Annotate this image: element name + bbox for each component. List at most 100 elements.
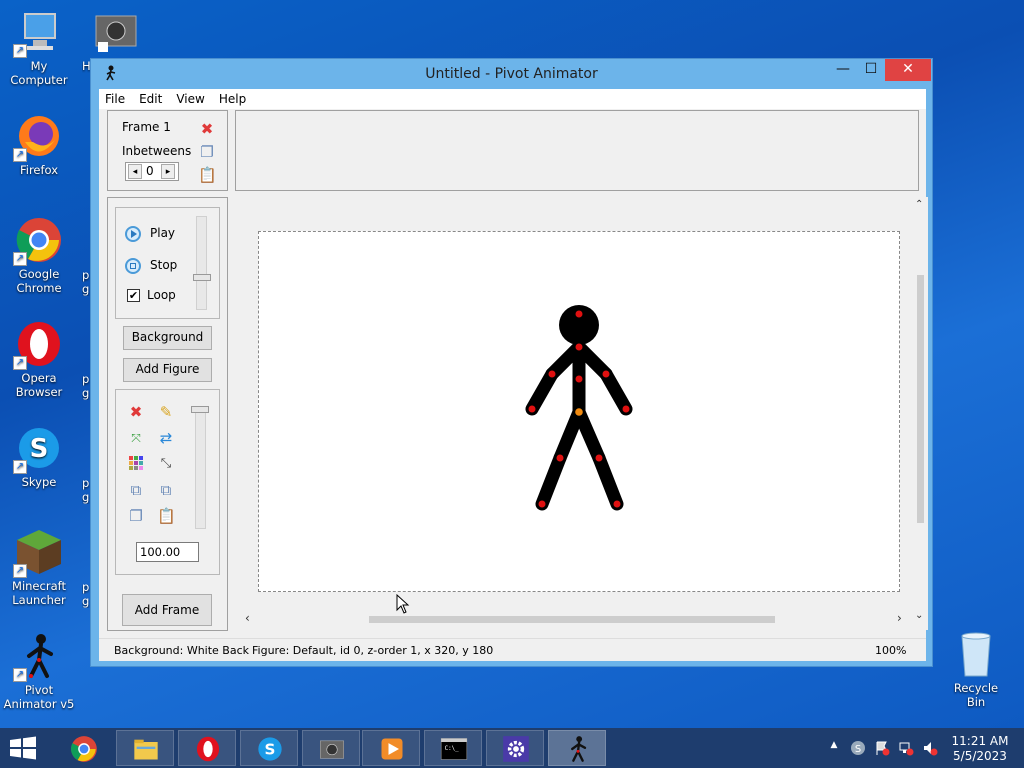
spinner-right-button[interactable]: ▸	[161, 164, 175, 179]
taskbar-camera-app[interactable]	[302, 730, 360, 766]
close-button[interactable]: ✕	[885, 59, 931, 81]
svg-text:S: S	[855, 744, 861, 755]
skype-icon: S ↗	[13, 424, 63, 474]
skype-icon: S	[258, 737, 282, 761]
menu-edit[interactable]: Edit	[139, 92, 162, 106]
desktop-icon-my-computer[interactable]: ↗ My Computer	[2, 8, 76, 87]
window-client: File Edit View Help Frame 1 ✖ Inbetweens…	[99, 89, 928, 661]
taskbar-chrome[interactable]	[54, 730, 112, 766]
move-front-icon[interactable]: ⧉	[157, 481, 175, 499]
desktop-icon-opera[interactable]: ↗ Opera Browser	[2, 320, 76, 399]
desktop-icon-firefox[interactable]: ↗ Firefox	[2, 112, 76, 177]
copy-frame-icon[interactable]: ❐	[198, 143, 216, 161]
spinner-left-button[interactable]: ◂	[128, 164, 142, 179]
taskbar-pivot-animator[interactable]	[548, 730, 606, 766]
play-icon[interactable]	[125, 226, 141, 242]
figure-origin-handle[interactable]	[575, 408, 583, 416]
clock-date: 5/5/2023	[953, 749, 1007, 763]
taskbar-file-explorer[interactable]	[116, 730, 174, 766]
menu-help[interactable]: Help	[219, 92, 246, 106]
join-tool-icon[interactable]: ⤡	[157, 455, 175, 473]
start-button[interactable]	[8, 736, 38, 760]
maximize-button[interactable]: ☐	[857, 59, 885, 81]
add-figure-button[interactable]: Add Figure	[123, 358, 212, 382]
opera-icon	[196, 736, 220, 762]
desktop-icon-label: Firefox	[19, 163, 59, 177]
minecraft-icon: ↗	[13, 528, 63, 578]
menu-view[interactable]: View	[176, 92, 204, 106]
taskbar-settings[interactable]	[486, 730, 544, 766]
chrome-icon: ↗	[13, 216, 63, 266]
tray-volume-icon[interactable]	[922, 740, 938, 756]
scroll-up-icon[interactable]: ⌃	[915, 199, 923, 210]
color-icon[interactable]	[127, 455, 145, 473]
copy-figure-icon[interactable]: ❐	[127, 507, 145, 525]
frame-timeline[interactable]	[235, 110, 919, 191]
folder-icon	[134, 739, 158, 760]
tools-panel: Play Stop ✔ Loop Background Add Figure ✖…	[107, 197, 228, 631]
flip-figure-icon[interactable]: ⇄	[157, 429, 175, 447]
desktop-icon-recycle-bin[interactable]: Recycle Bin	[944, 630, 1008, 709]
speed-slider-track[interactable]	[196, 216, 207, 310]
tray-flag-icon[interactable]	[874, 740, 890, 756]
pivot-window[interactable]: Untitled - Pivot Animator — ☐ ✕ File Edi…	[90, 58, 933, 667]
background-button[interactable]: Background	[123, 326, 212, 350]
delete-frame-icon[interactable]: ✖	[198, 120, 216, 138]
delete-figure-icon[interactable]: ✖	[127, 403, 145, 421]
camera-icon	[95, 15, 137, 52]
animation-stage[interactable]	[258, 231, 900, 592]
stop-button[interactable]: Stop	[150, 258, 177, 272]
taskbar-clock[interactable]: 11:21 AM 5/5/2023	[948, 734, 1012, 764]
playback-group: Play Stop ✔ Loop	[115, 207, 220, 319]
desktop-icon-label: Skype	[21, 475, 57, 489]
desktop-icon-label: Minecraft Launcher	[12, 579, 66, 607]
move-back-icon[interactable]: ⧉	[127, 481, 145, 499]
scroll-down-icon[interactable]: ⌄	[915, 610, 923, 621]
scale-slider-handle[interactable]	[191, 406, 209, 413]
desktop-icon-minecraft[interactable]: ↗ Minecraft Launcher	[2, 528, 76, 607]
stop-icon[interactable]	[125, 258, 141, 274]
desktop-icon-partial[interactable]	[92, 6, 140, 54]
tray-skype-icon[interactable]: S	[850, 740, 866, 756]
desktop-icon-label: Google Chrome	[16, 267, 62, 295]
stick-figure[interactable]	[259, 232, 899, 591]
firefox-icon: ↗	[13, 112, 63, 162]
paste-figure-icon[interactable]: 📋	[157, 507, 176, 525]
desktop-icon-pivot[interactable]: ↗ Pivot Animator v5	[2, 632, 76, 711]
tray-overflow-icon[interactable]: ▲	[826, 740, 842, 756]
speed-slider-handle[interactable]	[193, 274, 211, 281]
window-title: Untitled - Pivot Animator	[425, 66, 598, 82]
scale-slider-track[interactable]	[195, 407, 206, 529]
add-frame-button[interactable]: Add Frame	[122, 594, 212, 626]
center-figure-icon[interactable]: ⤧	[127, 429, 145, 447]
pencil-icon[interactable]: ✎	[157, 403, 175, 421]
window-titlebar[interactable]: Untitled - Pivot Animator — ☐ ✕	[91, 59, 932, 89]
taskbar-command-prompt[interactable]: C:\_	[424, 730, 482, 766]
taskbar-opera[interactable]	[178, 730, 236, 766]
desktop-icon-chrome[interactable]: ↗ Google Chrome	[2, 216, 76, 295]
tray-network-icon[interactable]	[898, 740, 914, 756]
horizontal-scroll-thumb[interactable]	[369, 616, 775, 623]
inbetweens-label: Inbetweens	[122, 144, 192, 158]
vertical-scroll-thumb[interactable]	[917, 275, 924, 523]
play-button[interactable]: Play	[150, 226, 175, 240]
taskbar-skype[interactable]: S	[240, 730, 298, 766]
figure-tools-group: ✖ ✎ ⤧ ⇄ ⤡ ⧉ ⧉ ❐ 📋 100.00	[115, 389, 220, 575]
horizontal-scrollbar[interactable]: ‹ ›	[241, 611, 912, 627]
menu-file[interactable]: File	[105, 92, 125, 106]
scale-input[interactable]: 100.00	[136, 542, 199, 562]
paste-frame-icon[interactable]: 📋	[198, 166, 217, 184]
windows-logo-icon	[10, 736, 36, 760]
minimize-button[interactable]: —	[829, 59, 857, 81]
loop-checkbox[interactable]: ✔	[127, 289, 140, 302]
inbetweens-spinner[interactable]: ◂ 0 ▸	[125, 162, 179, 181]
inbetweens-value: 0	[146, 164, 154, 178]
desktop-icon-skype[interactable]: S ↗ Skype	[2, 424, 76, 489]
vertical-scrollbar[interactable]: ⌃ ⌄	[912, 197, 928, 630]
scroll-left-icon[interactable]: ‹	[245, 611, 250, 625]
svg-text:S: S	[30, 434, 49, 464]
taskbar-media-player[interactable]	[362, 730, 420, 766]
recycle-bin-icon	[961, 632, 991, 677]
chrome-icon	[70, 736, 97, 762]
scroll-right-icon[interactable]: ›	[897, 611, 902, 625]
